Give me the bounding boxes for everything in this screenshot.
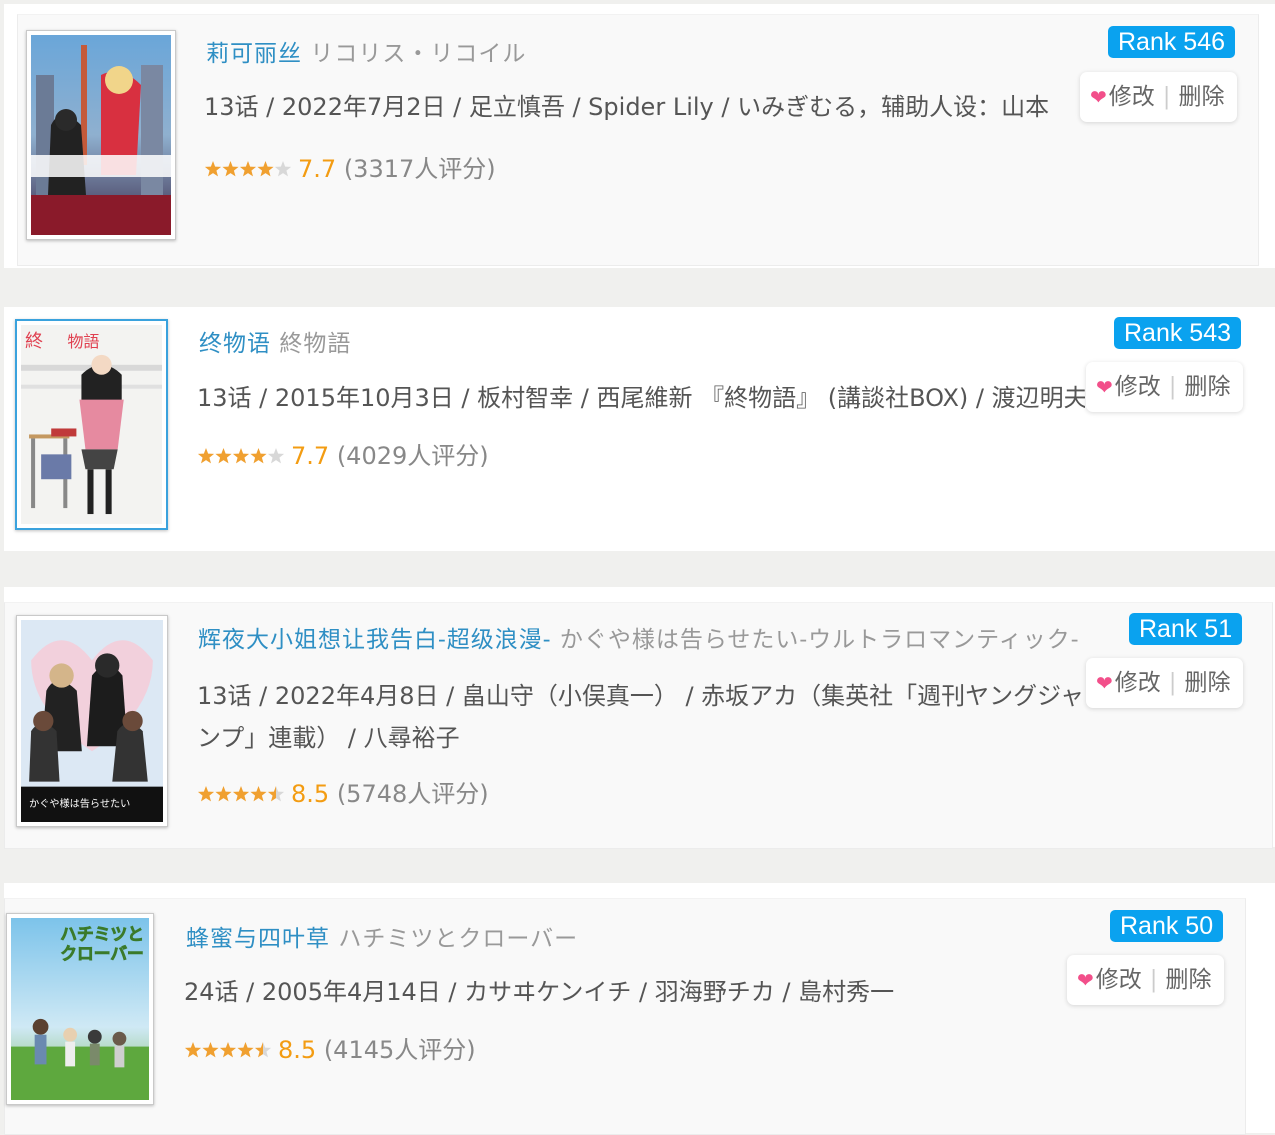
cover-image[interactable]: かぐや様は告らせたい [16, 615, 168, 827]
cover-image[interactable]: ハチミツと クローバー [6, 913, 154, 1105]
stars-svg [197, 786, 285, 802]
rating: 8.5 (4145人评分) [184, 1030, 476, 1065]
rank-badge: Rank 50 [1110, 910, 1224, 942]
cover-art-kaguya: かぐや様は告らせたい [21, 620, 163, 822]
star-icon [257, 161, 274, 177]
delete-button[interactable]: 删除 [1185, 670, 1231, 696]
rank-badge: Rank 51 [1129, 613, 1243, 645]
rank-badge: Rank 543 [1114, 317, 1242, 349]
title-japanese: リコリス・リコイル [310, 41, 527, 67]
anime-card: 終 物語 终物语 終物語 13话 / 2015年10月3日 / 板村智幸 / 西… [4, 307, 1275, 551]
star-icon [267, 448, 285, 464]
action-box: ❤修改 | 删除 [1080, 72, 1237, 122]
star-icon [184, 1042, 202, 1058]
anime-card: 莉可丽丝 リコリス・リコイル 13话 / 2022年7月2日 / 足立慎吾 / … [4, 4, 1275, 268]
star-icon [239, 161, 257, 177]
star-icon [237, 1042, 254, 1058]
anime-card: かぐや様は告らせたい 辉夜大小姐想让我告白-超级浪漫- かぐや様は告らせたい-ウ… [4, 587, 1275, 849]
star-icon [215, 448, 232, 464]
vote-count: (4029人评分) [336, 442, 489, 470]
svg-text:クローバー: クローバー [60, 944, 144, 964]
title-japanese: かぐや様は告らせたい-ウルトラロマンティック- [559, 627, 1080, 653]
edit-button[interactable]: 修改 [1115, 670, 1161, 696]
star-icon [197, 448, 215, 464]
svg-text:物語: 物語 [67, 332, 99, 351]
anime-title[interactable]: 蜂蜜与四叶草 ハチミツとクローバー [186, 919, 578, 953]
star-icon [222, 161, 239, 177]
title-japanese: ハチミツとクローバー [338, 926, 579, 952]
edit-button[interactable]: 修改 [1115, 374, 1161, 400]
rating: 7.7 (4029人评分) [197, 436, 489, 471]
score: 8.5 [278, 1036, 317, 1064]
rank-badge: Rank 546 [1108, 26, 1236, 58]
cover-art-lycoris [31, 35, 171, 235]
cover-image[interactable] [26, 30, 176, 240]
heart-icon: ❤ [1096, 671, 1113, 695]
star-icon [254, 1042, 272, 1058]
anime-title[interactable]: 莉可丽丝 リコリス・リコイル [206, 34, 526, 68]
anime-card: ハチミツと クローバー 蜂蜜与四叶草 ハチミツとクローバー 24话 / 2005… [4, 883, 1275, 1135]
anime-info: 24话 / 2005年4月14日 / カサヰケンイチ / 羽海野チカ / 島村秀… [184, 978, 895, 1006]
svg-text:かぐや様は告らせたい: かぐや様は告らせたい [29, 797, 130, 810]
cover-art-owarimonogatari: 終 物語 [21, 325, 162, 524]
anime-info: 13话 / 2015年10月3日 / 板村智幸 / 西尾維新 『終物語』 (講談… [197, 384, 1085, 412]
rating: 8.5 (5748人评分) [197, 774, 489, 809]
star-rating [184, 1037, 272, 1065]
star-icon [202, 1042, 219, 1058]
star-icon [250, 786, 267, 802]
star-icon [267, 786, 285, 802]
action-box: ❤修改 | 删除 [1086, 362, 1243, 412]
delete-button[interactable]: 删除 [1166, 967, 1212, 993]
heart-icon: ❤ [1096, 375, 1113, 399]
title-chinese[interactable]: 蜂蜜与四叶草 [186, 926, 330, 952]
stars-svg [204, 161, 292, 177]
star-icon [215, 786, 232, 802]
title-chinese[interactable]: 辉夜大小姐想让我告白-超级浪漫- [198, 627, 552, 653]
svg-text:ハチミツと: ハチミツと [60, 924, 144, 944]
vote-count: (3317人评分) [343, 155, 496, 183]
stars-svg [197, 448, 285, 464]
heart-icon: ❤ [1077, 968, 1094, 992]
star-icon [274, 161, 292, 177]
star-rating [204, 156, 292, 184]
stars-svg [184, 1042, 272, 1058]
svg-text:終: 終 [25, 331, 43, 352]
action-box: ❤修改 | 删除 [1086, 658, 1243, 708]
action-box: ❤修改 | 删除 [1067, 955, 1224, 1005]
star-icon [250, 448, 267, 464]
star-rating [197, 781, 285, 809]
edit-button[interactable]: 修改 [1109, 84, 1155, 110]
cover-art-honey-clover: ハチミツと クローバー [11, 918, 149, 1100]
star-rating [197, 443, 285, 471]
rating: 7.7 (3317人评分) [204, 149, 496, 184]
divider: | [1168, 374, 1177, 400]
divider: | [1149, 967, 1158, 993]
anime-info: 13话 / 2022年4月8日 / 畠山守（小俣真一） / 赤坂アカ（集英社「週… [197, 682, 1084, 752]
score: 8.5 [291, 780, 330, 808]
delete-button[interactable]: 删除 [1185, 374, 1231, 400]
title-chinese[interactable]: 莉可丽丝 [206, 41, 302, 67]
edit-button[interactable]: 修改 [1096, 967, 1142, 993]
divider: | [1168, 670, 1177, 696]
anime-title[interactable]: 辉夜大小姐想让我告白-超级浪漫- かぐや様は告らせたい-ウルトラロマンティック- [198, 620, 1080, 654]
vote-count: (4145人评分) [323, 1036, 476, 1064]
delete-button[interactable]: 删除 [1179, 84, 1225, 110]
divider: | [1162, 84, 1171, 110]
vote-count: (5748人评分) [336, 780, 489, 808]
score: 7.7 [298, 155, 337, 183]
heart-icon: ❤ [1090, 85, 1107, 109]
title-chinese[interactable]: 终物语 [199, 331, 271, 357]
star-icon [232, 448, 250, 464]
anime-info: 13话 / 2022年7月2日 / 足立慎吾 / Spider Lily / い… [204, 93, 1050, 121]
star-icon [219, 1042, 237, 1058]
star-icon [204, 161, 222, 177]
anime-card-inner [17, 14, 1259, 266]
star-icon [197, 786, 215, 802]
anime-title[interactable]: 终物语 終物語 [199, 324, 351, 358]
star-icon [232, 786, 250, 802]
score: 7.7 [291, 442, 330, 470]
title-japanese: 終物語 [279, 331, 352, 357]
cover-image[interactable]: 終 物語 [15, 319, 168, 530]
